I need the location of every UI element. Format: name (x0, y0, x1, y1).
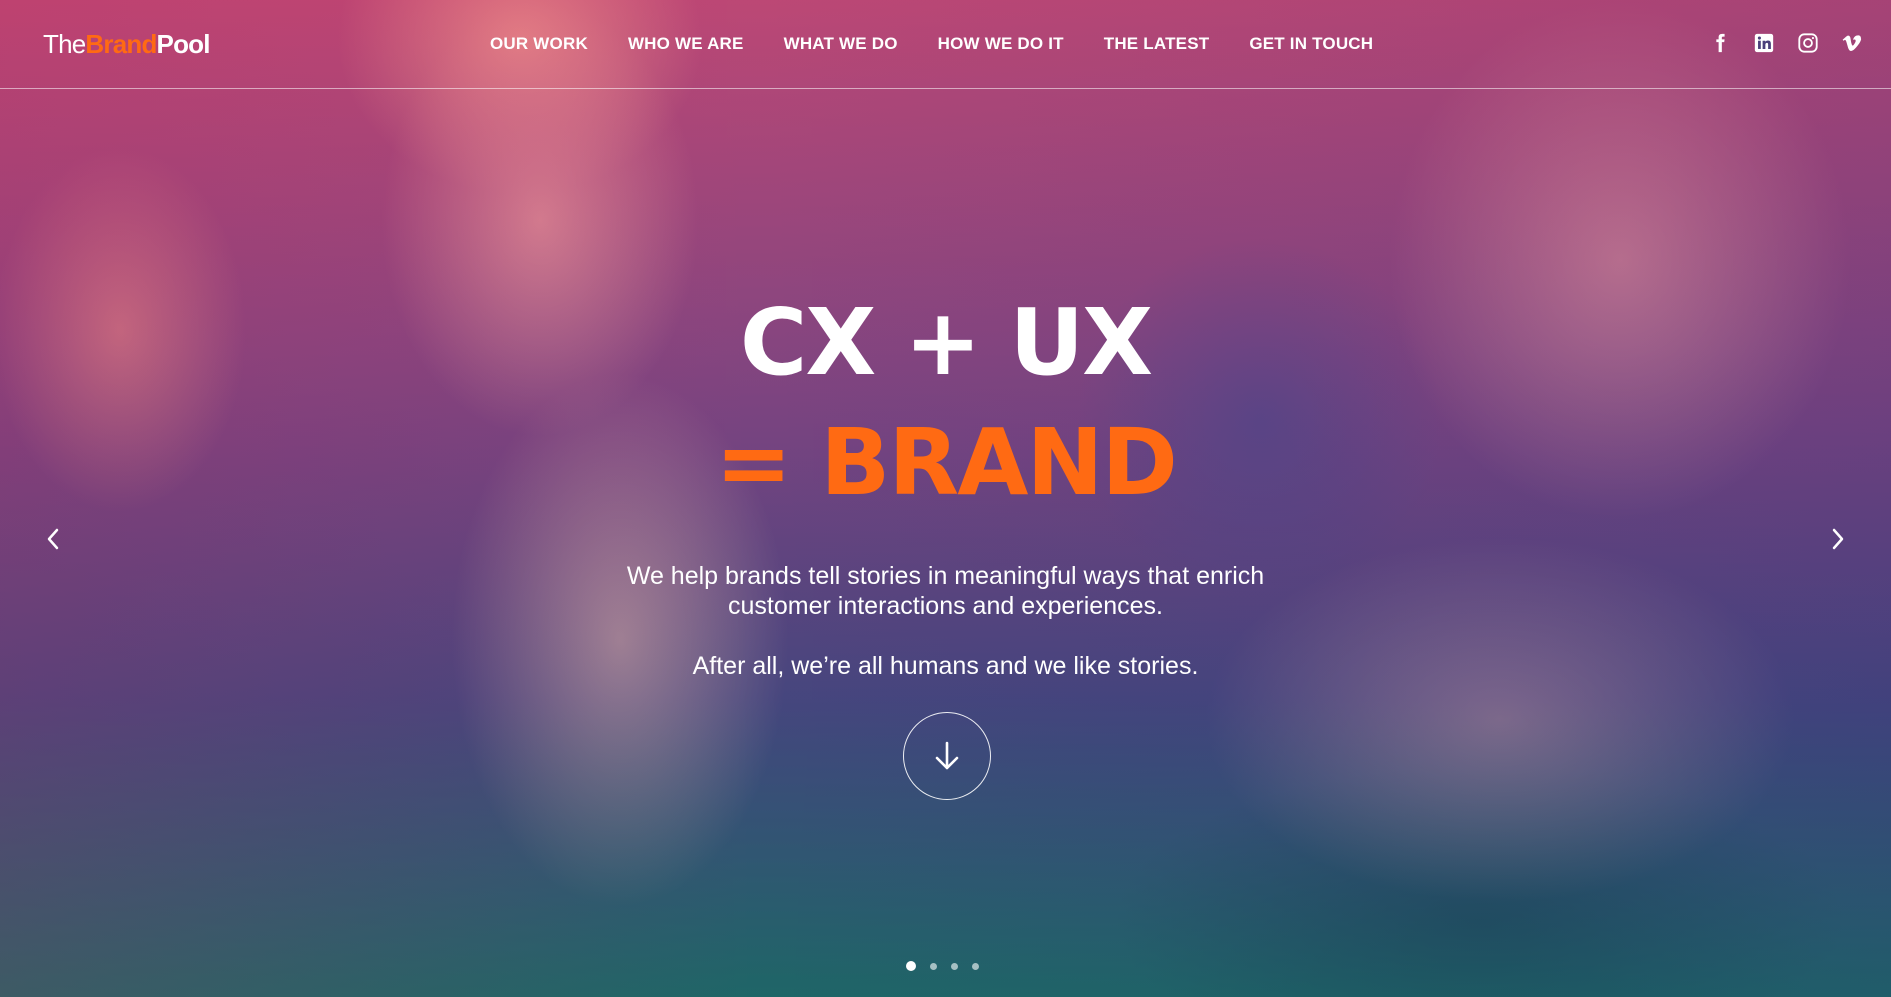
site-header: TheBrandPool OUR WORK WHO WE ARE WHAT WE… (0, 0, 1891, 89)
vimeo-icon[interactable] (1841, 32, 1863, 54)
hero-headline-line-2: = BRAND (715, 409, 1178, 516)
instagram-icon[interactable] (1797, 32, 1819, 54)
social-links (1709, 32, 1863, 54)
hero-section: TheBrandPool OUR WORK WHO WE ARE WHAT WE… (0, 0, 1891, 997)
nav-item-what-we-do[interactable]: WHAT WE DO (784, 34, 898, 54)
scroll-down-button[interactable] (903, 712, 991, 800)
hero-paragraph-1: We help brands tell stories in meaningfu… (0, 561, 1891, 621)
slider-dot-4[interactable] (972, 962, 979, 970)
logo-the: The (43, 29, 86, 59)
hero-headline-line-1: CX + UX (739, 289, 1153, 396)
nav-item-our-work[interactable]: OUR WORK (490, 34, 588, 54)
chevron-right-icon (1832, 528, 1844, 550)
linkedin-icon[interactable] (1753, 32, 1775, 54)
logo-pool: Pool (156, 29, 211, 59)
hero-paragraph-2: After all, we’re all humans and we like … (692, 652, 1199, 680)
logo-brand: Brand (85, 29, 157, 59)
hero-paragraph-1-line-2: customer interactions and experiences. (728, 592, 1163, 620)
slider-pagination (906, 961, 979, 971)
arrow-down-icon (935, 741, 959, 770)
chevron-left-icon (47, 528, 59, 550)
slider-prev-button[interactable] (38, 524, 68, 554)
slider-next-button[interactable] (1823, 524, 1853, 554)
nav-item-who-we-are[interactable]: WHO WE ARE (628, 34, 744, 54)
nav-item-how-we-do-it[interactable]: HOW WE DO IT (938, 34, 1064, 54)
nav-item-the-latest[interactable]: THE LATEST (1104, 34, 1210, 54)
main-nav: OUR WORK WHO WE ARE WHAT WE DO HOW WE DO… (490, 34, 1373, 54)
nav-item-get-in-touch[interactable]: GET IN TOUCH (1249, 34, 1373, 54)
facebook-icon[interactable] (1709, 32, 1731, 54)
hero-paragraph-1-line-1: We help brands tell stories in meaningfu… (626, 562, 1265, 590)
site-logo[interactable]: TheBrandPool (43, 29, 210, 60)
slider-dot-1[interactable] (906, 961, 916, 971)
slider-dot-3[interactable] (951, 962, 958, 970)
slider-dot-2[interactable] (930, 962, 937, 970)
